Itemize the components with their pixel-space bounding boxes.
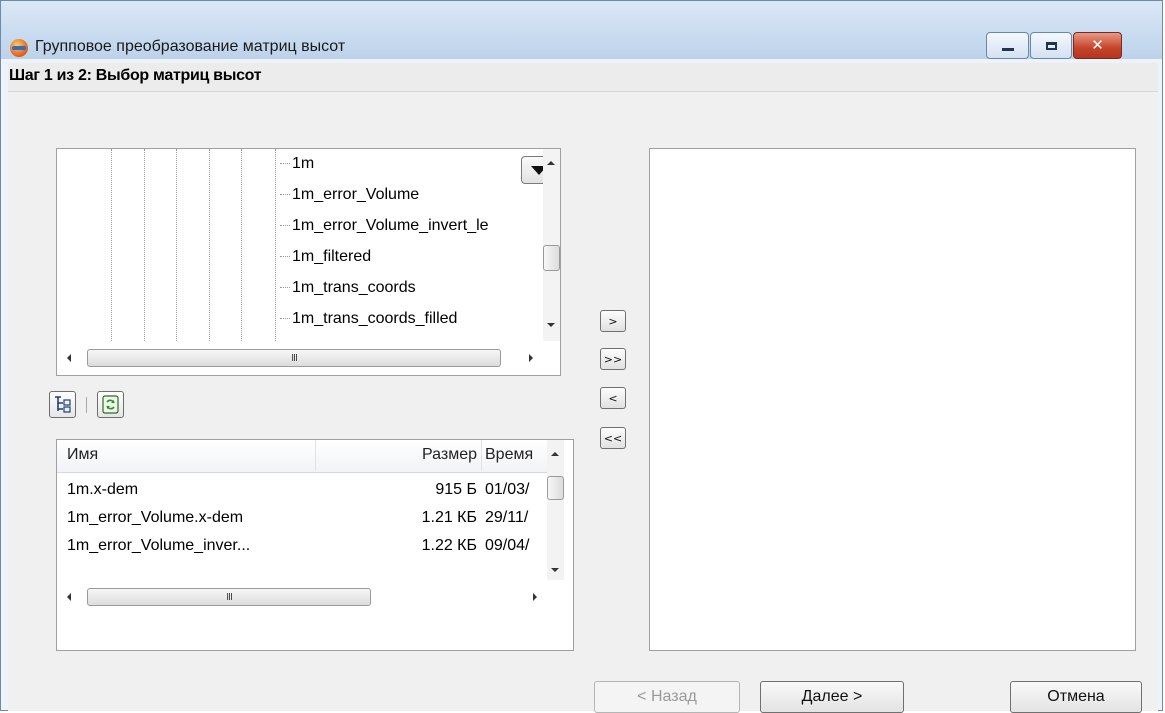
scroll-right-icon[interactable] [533,593,537,601]
tree-guide-line [241,149,242,341]
dialog-body: Шаг 1 из 2: Выбор матриц высот 1m 1m_err… [8,63,1158,713]
add-selected-button[interactable]: > [600,310,626,332]
list-header: Имя Размер Время [57,440,562,473]
back-button[interactable]: < Назад [594,681,740,713]
close-button[interactable]: ✕ [1073,32,1122,59]
tree-item[interactable]: 1m_error_Volume [280,186,419,204]
tree-item[interactable]: 1m_error_Volume_invert_le [280,217,489,235]
refresh-button[interactable] [97,391,124,418]
step-header: Шаг 1 из 2: Выбор матриц высот [8,63,1158,92]
column-header-size[interactable]: Размер [319,446,477,464]
minimize-icon [1001,48,1014,51]
file-name: 1m_error_Volume.x-dem [67,509,244,526]
column-header-name[interactable]: Имя [67,446,307,464]
tree-item[interactable]: 1m [280,155,314,173]
minimize-button[interactable] [986,32,1029,59]
file-size: 915 Б [435,481,477,498]
table-row[interactable]: 1m_error_Volume_inver... 1.22 КБ 09/04/ [57,532,562,560]
file-time: 09/04/ [485,537,530,554]
tree-view-icon [55,396,71,413]
tree-item-label: 1m_error_Volume_invert_le [292,217,489,234]
maximize-icon [1045,41,1057,50]
tree-item[interactable]: 1m_trans_coords [280,279,416,297]
scroll-grip: III [291,352,298,364]
file-size: 1.21 КБ [421,509,477,526]
cancel-button[interactable]: Отмена [1010,681,1142,713]
title-bar[interactable]: Групповое преобразование матриц высот ✕ [1,1,1162,59]
add-all-button[interactable]: >> [600,348,626,370]
window-title: Групповое преобразование матриц высот [35,38,346,55]
tree-item-label: 1m_error_Volume [292,186,420,203]
scroll-down-icon[interactable] [547,323,555,327]
tree-vertical-scrollbar[interactable] [543,149,560,341]
tree-guide-line [209,149,210,341]
scroll-left-icon[interactable] [67,593,71,601]
table-row[interactable]: 1m.x-dem 915 Б 01/03/ [57,476,562,504]
file-time: 29/11/ [485,509,529,526]
tree-horizontal-scrollbar[interactable]: III [57,341,543,375]
scroll-grip: III [226,591,233,603]
scroll-thumb[interactable]: III [87,588,371,606]
file-size: 1.22 КБ [421,537,477,554]
list-horizontal-scrollbar[interactable]: III [57,580,547,614]
column-divider[interactable] [315,440,316,471]
tree-item-label: 1m_trans_coords_filled [292,310,458,327]
list-vertical-scrollbar[interactable] [547,440,564,580]
column-divider[interactable] [481,440,482,471]
tree-item-label: 1m [292,155,315,172]
file-name: 1m_error_Volume_inver... [67,537,251,554]
tree-guide-line [111,149,112,341]
scroll-right-icon[interactable] [529,354,533,362]
scroll-up-icon[interactable] [551,452,559,456]
tree-item[interactable]: 1m_trans_coords_filled [280,310,457,328]
tree-item-label: 1m_trans_coords [292,279,416,296]
tree-guide-line [144,149,145,341]
close-icon: ✕ [1091,36,1104,54]
toolbar-separator [86,397,87,413]
tree-guide-line [176,149,177,341]
tree-guide-line [275,149,276,341]
file-time: 01/03/ [485,481,530,498]
table-row[interactable]: 1m_error_Volume.x-dem 1.21 КБ 29/11/ [57,504,562,532]
scroll-thumb[interactable] [547,476,564,500]
scroll-thumb[interactable]: III [87,349,501,367]
scroll-thumb[interactable] [543,245,560,271]
scroll-down-icon[interactable] [551,568,559,572]
dialog-window: Групповое преобразование матриц высот ✕ … [0,0,1163,713]
file-name: 1m.x-dem [67,481,139,498]
column-header-time[interactable]: Время [485,446,543,464]
tree-item[interactable]: 1m_filtered [280,248,371,266]
step-title: Шаг 1 из 2: Выбор матриц высот [9,67,262,84]
remove-all-button[interactable]: << [600,427,626,449]
folder-tree[interactable]: 1m 1m_error_Volume 1m_error_Volume_inver… [56,148,561,376]
scroll-up-icon[interactable] [547,161,555,165]
file-list[interactable]: Имя Размер Время 1m.x-dem 915 Б 01/03/ 1… [56,439,574,651]
scroll-left-icon[interactable] [67,354,71,362]
app-logo-icon [10,39,28,57]
maximize-button[interactable] [1030,32,1072,59]
remove-selected-button[interactable]: < [600,387,626,409]
next-button[interactable]: Далее > [760,681,904,713]
selected-items-list[interactable] [649,148,1136,651]
tree-view-button[interactable] [49,391,76,418]
tree-item-label: 1m_filtered [292,248,372,265]
refresh-icon [102,395,119,414]
